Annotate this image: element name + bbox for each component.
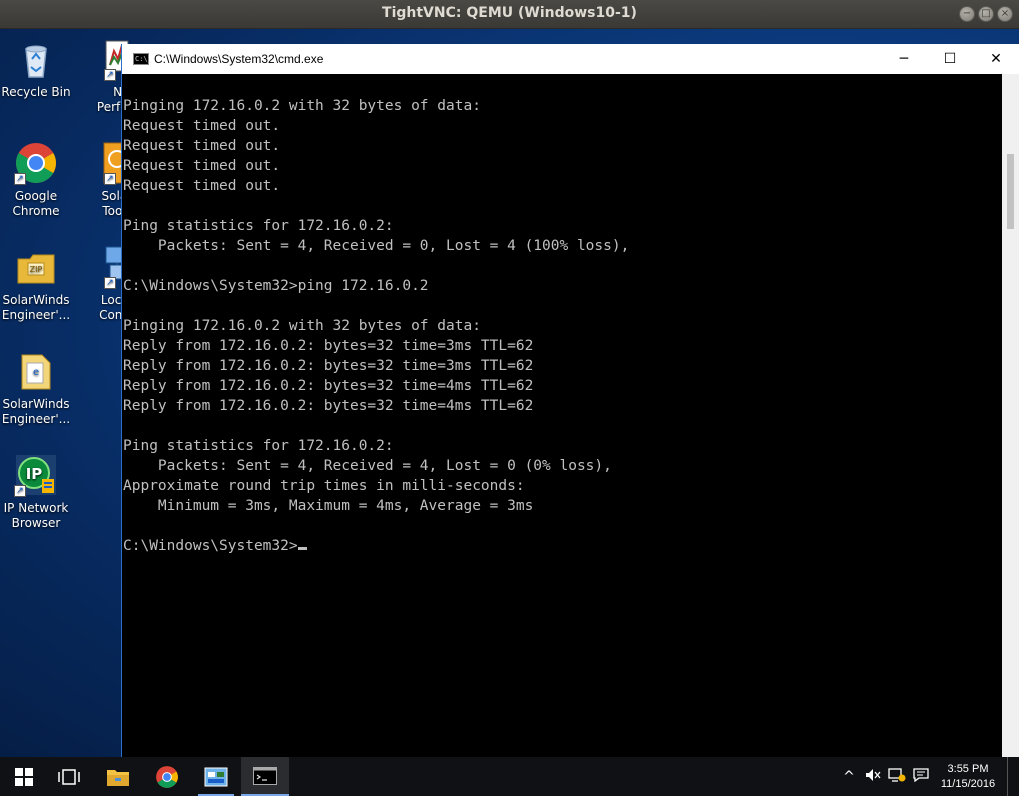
start-icon [15,767,33,786]
network-tool-icon [204,767,228,786]
clock-time: 3:55 PM [947,762,989,775]
console-line: Reply from 172.16.0.2: bytes=32 time=4ms… [123,398,534,414]
cmd-close-button[interactable]: ✕ [973,44,1019,74]
task-view-button[interactable] [45,757,93,796]
cmd-icon: C:\_ [133,53,152,65]
shortcut-arrow-icon: ↗ [14,173,26,185]
cmd-icon [253,766,277,785]
console-line: Request timed out. [123,138,281,154]
vnc-window-title: TightVNC: QEMU (Windows10-1) [382,5,637,21]
vnc-close-button[interactable]: × [997,6,1013,22]
file-explorer-icon [107,769,129,786]
cmd-maximize-button[interactable]: ☐ [927,44,973,74]
network-tray-icon[interactable] [885,767,909,786]
console-line: Packets: Sent = 4, Received = 4, Lost = … [123,458,612,474]
chrome-taskbar-button[interactable] [143,757,191,796]
console-line: Ping statistics for 172.16.0.2: [123,218,394,234]
task-view-icon [58,768,80,785]
cmd-title-bar[interactable]: C:\_ C:\Windows\System32\cmd.exe ─ ☐ ✕ [122,44,1019,74]
action-center-icon[interactable] [909,767,933,786]
svg-text:ZIP: ZIP [30,265,43,274]
shortcut-arrow-icon: ↗ [14,485,26,497]
document-folder-icon: e [14,349,58,393]
start-button[interactable] [0,757,48,796]
vnc-title-bar: TightVNC: QEMU (Windows10-1) − □ × [0,0,1019,29]
ip-network-icon: IP ↗ [14,453,58,497]
taskbar-clock[interactable]: 3:55 PM 11/15/2016 [933,762,1003,792]
vnc-maximize-button[interactable]: □ [978,6,994,22]
clock-date: 11/15/2016 [940,777,996,790]
console-line: Pinging 172.16.0.2 with 32 bytes of data… [123,318,481,334]
desktop-icon-solarwinds-doc[interactable]: e SolarWinds Engineer'... [0,349,72,427]
console-prompt-line: C:\Windows\System32> [123,536,1003,556]
cmd-window[interactable]: C:\_ C:\Windows\System32\cmd.exe ─ ☐ ✕ P… [121,44,1019,757]
zip-folder-icon: ZIP [14,245,58,289]
svg-text:IP: IP [26,465,43,483]
chrome-icon [156,765,178,788]
file-explorer-button[interactable] [94,757,142,796]
cmd-window-title: C:\Windows\System32\cmd.exe [154,52,324,66]
scrollbar-thumb[interactable] [1007,154,1014,229]
desktop-icon-label: Google Chrome [12,189,60,218]
desktop-icon-label: SolarWinds Engineer'... [1,397,71,426]
console-output[interactable]: Pinging 172.16.0.2 with 32 bytes of data… [122,74,1003,757]
show-desktop-button[interactable] [1007,757,1011,796]
shortcut-arrow-icon: ↗ [104,277,116,289]
vnc-window-controls: − □ × [959,6,1013,22]
desktop-icon-label: IP Network Browser [3,501,69,530]
console-scrollbar[interactable] [1002,74,1019,757]
desktop-icon-solarwinds-zip[interactable]: ZIP SolarWinds Engineer'... [0,245,72,323]
console-line: Pinging 172.16.0.2 with 32 bytes of data… [123,98,481,114]
taskbar: ^ 3:55 PM 11/15/2016 [0,757,1019,796]
vnc-minimize-button[interactable]: − [959,6,975,22]
shortcut-arrow-icon: ↗ [104,173,116,185]
console-line: Request timed out. [123,158,281,174]
console-line: Reply from 172.16.0.2: bytes=32 time=3ms… [123,358,534,374]
system-tray: ^ 3:55 PM 11/15/2016 [837,757,1011,796]
cmd-minimize-button[interactable]: ─ [881,44,927,74]
console-prompt: C:\Windows\System32> [123,538,298,554]
cmd-window-controls: ─ ☐ ✕ [881,44,1019,74]
chrome-icon: ↗ [14,141,58,185]
desktop-icon-label: Recycle Bin [1,85,71,99]
cmd-taskbar-button[interactable] [241,757,289,796]
console-line: Request timed out. [123,178,281,194]
console-line: Approximate round trip times in milli-se… [123,478,525,494]
show-hidden-icons-chevron[interactable]: ^ [837,769,861,785]
console-line: Packets: Sent = 4, Received = 0, Lost = … [123,238,630,254]
svg-text:e: e [33,367,39,378]
console-line: Request timed out. [123,118,281,134]
network-tool-taskbar-button[interactable] [192,757,240,796]
volume-muted-icon[interactable] [861,768,885,786]
console-cursor [297,547,307,550]
desktop-icon-ip-network-browser[interactable]: IP ↗ IP Network Browser [0,453,72,531]
shortcut-arrow-icon: ↗ [104,69,116,81]
recycle-bin-icon [14,37,58,81]
desktop-icon-google-chrome[interactable]: ↗ Google Chrome [0,141,72,219]
console-line: C:\Windows\System32>ping 172.16.0.2 [123,278,429,294]
console-line: Minimum = 3ms, Maximum = 4ms, Average = … [123,498,534,514]
desktop-icon-recycle-bin[interactable]: Recycle Bin [0,37,72,100]
desktop-icon-label: SolarWinds Engineer'... [1,293,71,322]
console-line: Reply from 172.16.0.2: bytes=32 time=3ms… [123,338,534,354]
console-line: Reply from 172.16.0.2: bytes=32 time=4ms… [123,378,534,394]
console-line: Ping statistics for 172.16.0.2: [123,438,394,454]
